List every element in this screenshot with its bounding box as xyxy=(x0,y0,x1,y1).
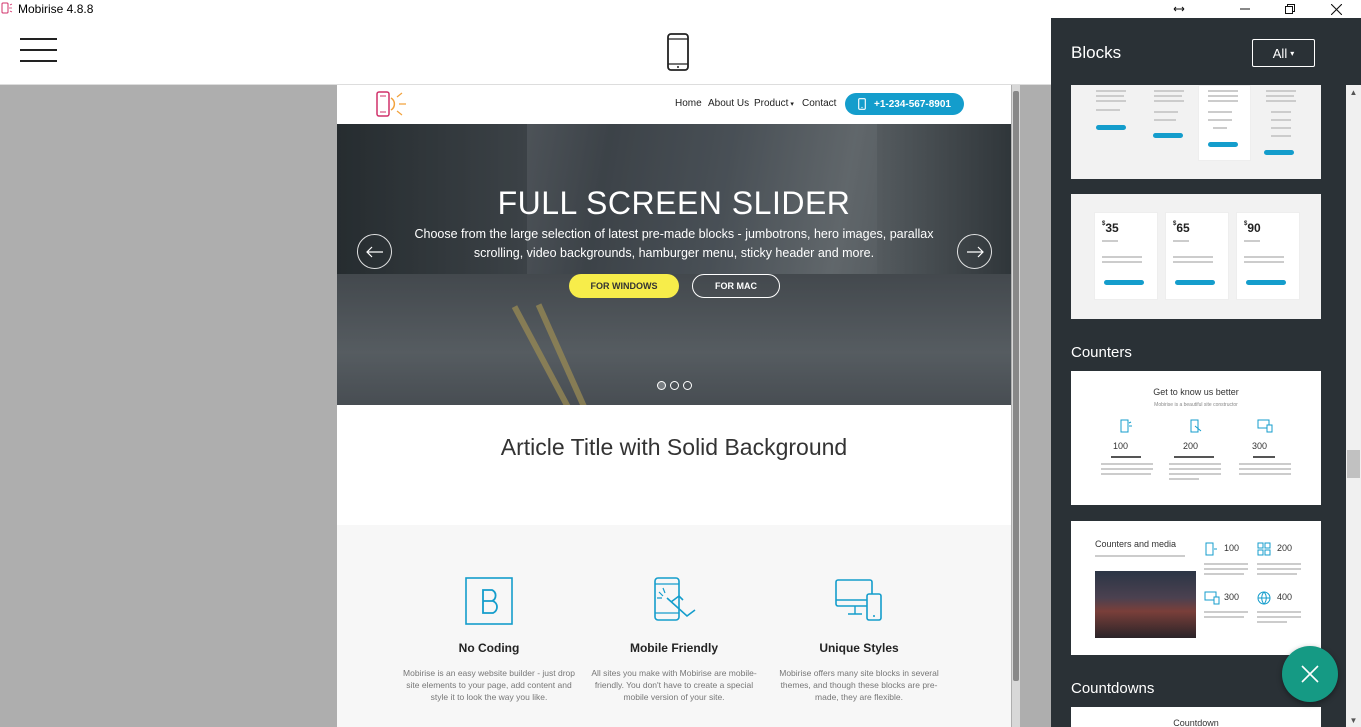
thumb-title: Get to know us better xyxy=(1153,387,1239,397)
close-blocks-panel-button[interactable] xyxy=(1282,646,1338,702)
scroll-up-icon[interactable]: ▲ xyxy=(1346,85,1361,99)
bootstrap-icon xyxy=(465,577,513,625)
slider-prev-button[interactable] xyxy=(357,234,392,269)
grid-icon xyxy=(1257,542,1271,556)
features-section: No Coding Mobirise is an easy website bu… xyxy=(337,525,1011,727)
mobile-device-icon[interactable] xyxy=(666,33,690,71)
slider-dot-3[interactable] xyxy=(683,381,692,390)
mobile-icon xyxy=(1205,542,1217,556)
block-thumb-counters-1[interactable]: Get to know us better Mobirise is a beau… xyxy=(1071,371,1321,505)
site-page-preview: Home About Us Product ▾ Contact +1-234-5… xyxy=(337,85,1011,727)
article-section: Article Title with Solid Background xyxy=(337,405,1011,525)
feature-text: Mobirise offers many site blocks in seve… xyxy=(779,668,939,702)
feature-title: No Coding xyxy=(458,641,520,655)
site-logo-icon[interactable] xyxy=(375,90,409,118)
slider-dot-2[interactable] xyxy=(670,381,679,390)
category-title-countdowns: Countdowns xyxy=(1071,680,1155,697)
category-title-counters: Counters xyxy=(1071,344,1132,361)
mountain-image xyxy=(1095,571,1196,638)
site-navbar: Home About Us Product ▾ Contact +1-234-5… xyxy=(337,85,1011,124)
panel-scrollbar[interactable]: ▲ ▼ xyxy=(1346,85,1361,727)
article-title: Article Title with Solid Background xyxy=(500,434,848,460)
close-icon xyxy=(1301,665,1319,683)
touch-phone-icon xyxy=(654,577,696,621)
scroll-down-icon[interactable]: ▼ xyxy=(1346,713,1361,727)
devices-icon xyxy=(1257,419,1273,433)
slider-dot-1[interactable] xyxy=(657,381,666,390)
mobirise-app-icon xyxy=(1,2,13,14)
window-title: Mobirise 4.8.8 xyxy=(18,2,94,16)
for-mac-button[interactable]: FOR MAC xyxy=(692,274,780,298)
slider-next-button[interactable] xyxy=(957,234,992,269)
full-screen-slider: FULL SCREEN SLIDER Choose from the large… xyxy=(337,124,1011,405)
nav-link-about[interactable]: About Us xyxy=(708,98,749,109)
window-titlebar: Mobirise 4.8.8 xyxy=(0,0,1361,18)
caret-down-icon: ▾ xyxy=(788,101,794,108)
devices-icon xyxy=(1204,591,1220,605)
panel-title: Blocks xyxy=(1071,43,1122,62)
maximize-icon[interactable] xyxy=(1267,0,1313,18)
feature-title: Mobile Friendly xyxy=(629,641,718,655)
thumb-title: Countdown xyxy=(1173,718,1219,727)
nav-link-contact[interactable]: Contact xyxy=(802,98,836,109)
thumb-subtitle: Mobirise is a beautiful site constructor xyxy=(1154,402,1238,408)
block-thumb-pricing-2[interactable]: $35 $65 $90 xyxy=(1071,194,1321,319)
thumb-title: Counters and media xyxy=(1095,539,1177,549)
feature-title: Unique Styles xyxy=(819,641,899,655)
phone-button[interactable]: +1-234-567-8901 xyxy=(845,93,964,115)
blocks-panel: Blocks All ▾ $35 $65 $90 Counters Get to… xyxy=(1051,18,1361,727)
slider-title: FULL SCREEN SLIDER xyxy=(497,185,851,221)
block-thumb-countdown[interactable]: Countdown xyxy=(1071,707,1321,727)
hamburger-icon[interactable] xyxy=(20,36,57,64)
arrow-left-icon xyxy=(365,246,383,257)
block-thumb-counters-2[interactable]: Counters and media 100 200 300 400 xyxy=(1071,521,1321,655)
slider-description: Choose from the large selection of lates… xyxy=(414,227,934,260)
phone-number: +1-234-567-8901 xyxy=(873,98,951,110)
mobile-icon xyxy=(1120,419,1132,433)
devices-icon xyxy=(835,579,882,621)
for-windows-button[interactable]: FOR WINDOWS xyxy=(569,274,679,298)
feature-text: All sites you make with Mobirise are mob… xyxy=(591,668,757,702)
blocks-filter-dropdown[interactable]: All ▾ xyxy=(1252,39,1315,67)
close-icon[interactable] xyxy=(1313,0,1359,18)
globe-icon xyxy=(1257,591,1271,605)
block-thumb-pricing-1[interactable] xyxy=(1071,85,1321,179)
panel-scrollbar-thumb[interactable] xyxy=(1347,450,1360,478)
resize-icon[interactable] xyxy=(1156,0,1202,18)
filter-value: All xyxy=(1272,45,1288,61)
nav-link-product[interactable]: Product ▾ xyxy=(754,98,794,109)
minimize-icon[interactable] xyxy=(1222,0,1268,18)
nav-link-home[interactable]: Home xyxy=(675,98,702,109)
arrow-right-icon xyxy=(966,246,984,257)
editor-toolbar xyxy=(0,18,1051,85)
workspace-scrollbar-thumb[interactable] xyxy=(1013,91,1019,681)
nav-link-product-label: Product xyxy=(754,98,789,109)
feature-text: Mobirise is an easy website builder - ju… xyxy=(403,668,575,702)
touch-icon xyxy=(1190,419,1202,433)
editor-workspace: Home About Us Product ▾ Contact +1-234-5… xyxy=(0,85,1051,727)
caret-down-icon: ▾ xyxy=(1290,48,1295,58)
phone-icon xyxy=(858,98,866,110)
